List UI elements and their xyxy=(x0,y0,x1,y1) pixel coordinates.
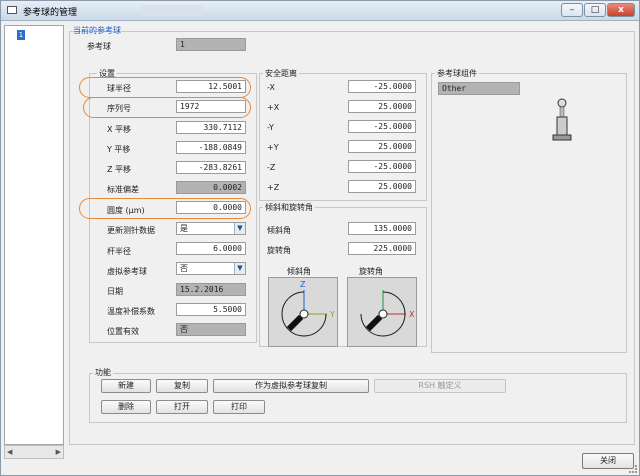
window-title: 参考球的管理 xyxy=(23,8,78,18)
temp-coef-field[interactable]: 5.5000 xyxy=(176,303,246,316)
update-probe-value: 是 xyxy=(180,224,188,233)
chevron-down-icon[interactable]: ▼ xyxy=(234,223,245,234)
assembly-field: Other xyxy=(438,82,520,95)
tilt-diagram: Z Y xyxy=(268,277,338,347)
tilt-axis-y: Y xyxy=(330,310,335,319)
current-ball-title: 当前的参考球 xyxy=(73,26,121,35)
ref-ball-label: 参考球 xyxy=(87,42,111,51)
chevron-down-icon[interactable]: ▼ xyxy=(234,263,245,274)
y-shift-field[interactable]: -188.0849 xyxy=(176,141,246,154)
serial-highlight xyxy=(83,97,251,118)
tilt-axis-z: Z xyxy=(300,280,306,289)
maximize-button[interactable]: □ xyxy=(584,3,606,17)
app-window: 参考球的管理 – □ x 1 ◀ ▶ 当前的参考球 参考球 1 设置 球半径 1… xyxy=(0,0,640,476)
z-shift-field[interactable]: -283.8261 xyxy=(176,161,246,174)
reference-ball-list[interactable]: 1 xyxy=(4,25,64,445)
scroll-left-icon[interactable]: ◀ xyxy=(7,448,12,456)
temp-coef-label: 温度补偿系数 xyxy=(107,307,155,316)
virtual-ball-label: 虚拟参考球 xyxy=(107,267,147,276)
scroll-right-icon[interactable]: ▶ xyxy=(56,448,61,456)
close-window-button[interactable]: x xyxy=(607,3,635,17)
print-button[interactable]: 打印 xyxy=(213,400,265,414)
delete-button[interactable]: 删除 xyxy=(101,400,151,414)
safety-value-field[interactable]: 25.0000 xyxy=(348,100,416,113)
stddev-field: 0.0002 xyxy=(176,181,246,194)
title-bar: 参考球的管理 – □ x xyxy=(1,1,639,21)
tilt-group-label: 倾斜和旋转角 xyxy=(263,202,315,213)
update-probe-label: 更新测针数据 xyxy=(107,226,155,235)
roundness-highlight xyxy=(79,198,251,219)
ref-ball-field: 1 xyxy=(176,38,246,51)
copy-button[interactable]: 复制 xyxy=(156,379,208,393)
shaft-radius-field[interactable]: 6.0000 xyxy=(176,242,246,255)
virtual-ball-value: 否 xyxy=(180,264,188,273)
radius-highlight xyxy=(79,77,251,98)
safety-value-field[interactable]: -25.0000 xyxy=(348,120,416,133)
stddev-label: 标准偏差 xyxy=(107,185,139,194)
safety-axis-label: +X xyxy=(267,103,280,112)
y-shift-label: Y 平移 xyxy=(107,145,131,154)
new-button[interactable]: 新建 xyxy=(101,379,151,393)
assembly-group xyxy=(431,73,627,353)
x-shift-field[interactable]: 330.7112 xyxy=(176,121,246,134)
minimize-button[interactable]: – xyxy=(561,3,583,17)
tilt-diagram-label: 倾斜角 xyxy=(287,267,311,276)
tilt-field[interactable]: 135.0000 xyxy=(348,222,416,235)
safety-axis-label: -X xyxy=(267,83,275,92)
rotation-angle-icon xyxy=(360,290,406,337)
safety-axis-label: +Y xyxy=(267,143,279,152)
safety-value-field[interactable]: -25.0000 xyxy=(348,80,416,93)
rot-diagram: X xyxy=(347,277,417,347)
date-label: 日期 xyxy=(107,287,123,296)
safety-axis-label: -Y xyxy=(267,123,274,132)
update-probe-select[interactable]: 是 ▼ xyxy=(176,222,246,235)
safety-value-field[interactable]: 25.0000 xyxy=(348,140,416,153)
list-scrollbar[interactable]: ◀ ▶ xyxy=(4,445,64,459)
window-icon xyxy=(7,6,17,14)
virtual-ball-select[interactable]: 否 ▼ xyxy=(176,262,246,275)
background-window-ghost xyxy=(142,5,202,16)
rot-label: 旋转角 xyxy=(267,246,291,255)
safety-value-field[interactable]: -25.0000 xyxy=(348,160,416,173)
safety-group-label: 安全距离 xyxy=(263,68,299,79)
date-field: 15.2.2016 xyxy=(176,283,246,296)
safety-axis-label: -Z xyxy=(267,163,276,172)
close-button[interactable]: 关闭 xyxy=(582,453,634,469)
shaft-radius-label: 杆半径 xyxy=(107,247,131,256)
pos-valid-label: 位置有效 xyxy=(107,327,139,336)
assembly-group-label: 参考球组件 xyxy=(435,68,479,79)
z-shift-label: Z 平移 xyxy=(107,165,132,174)
reference-ball-icon xyxy=(552,98,572,141)
rot-diagram-label: 旋转角 xyxy=(359,267,383,276)
safety-value-field[interactable]: 25.0000 xyxy=(348,180,416,193)
open-button[interactable]: 打开 xyxy=(156,400,208,414)
resize-grip[interactable] xyxy=(629,465,637,473)
list-item[interactable]: 1 xyxy=(17,30,25,40)
tilt-label: 倾斜角 xyxy=(267,226,291,235)
copy-virtual-button[interactable]: 作为虚拟参考球复制 xyxy=(213,379,369,393)
x-shift-label: X 平移 xyxy=(107,125,132,134)
rot-field[interactable]: 225.0000 xyxy=(348,242,416,255)
rsh-define-button: RSH 触定义 xyxy=(374,379,506,393)
functions-group-label: 功能 xyxy=(93,367,113,378)
pos-valid-field: 否 xyxy=(176,323,246,336)
rot-axis-x: X xyxy=(409,310,415,319)
safety-axis-label: +Z xyxy=(267,183,280,192)
